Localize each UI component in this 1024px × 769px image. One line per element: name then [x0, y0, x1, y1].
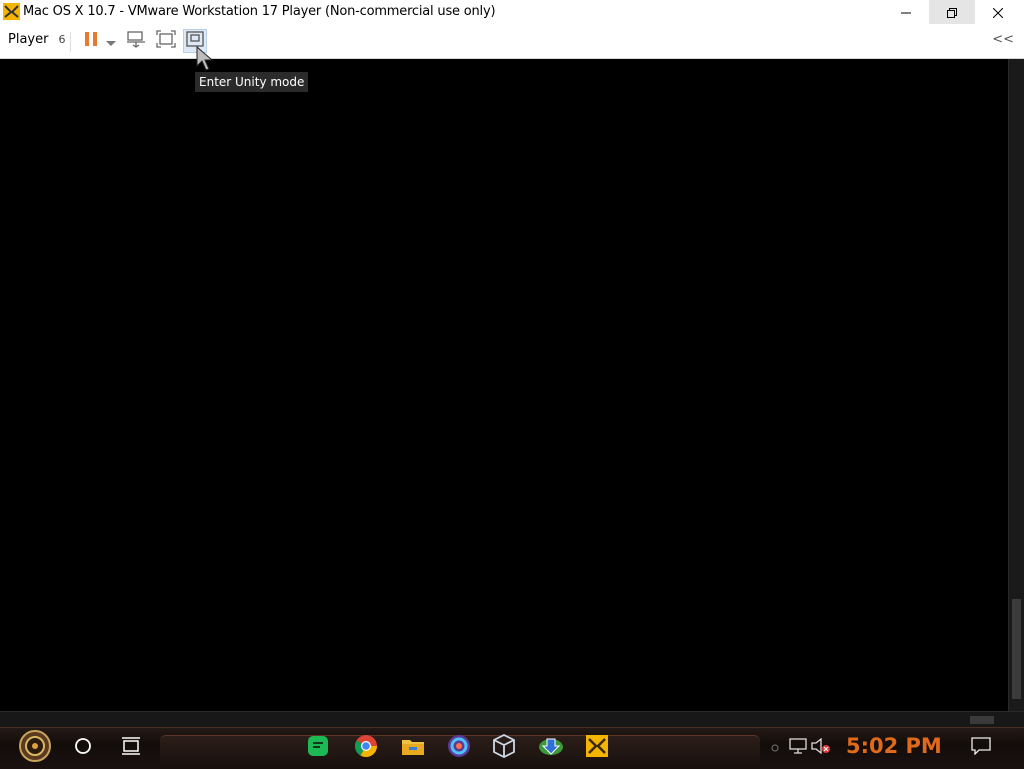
download-manager-icon: [538, 735, 564, 761]
network-tray-button[interactable]: [787, 737, 809, 759]
taskbar-clock[interactable]: 5:02 PM: [846, 734, 942, 758]
green-chat-app-icon: [307, 735, 329, 761]
close-icon: [992, 3, 1004, 22]
task-view-button[interactable]: [116, 733, 146, 763]
window-titlebar: Mac OS X 10.7 - VMware Workstation 17 Pl…: [0, 0, 1024, 25]
vm-display[interactable]: [0, 59, 1008, 711]
taskbar-app-virtualbox[interactable]: [489, 733, 519, 763]
network-icon: [789, 738, 807, 758]
taskbar-app-file-explorer[interactable]: [398, 733, 428, 763]
task-view-icon: [121, 737, 141, 759]
minimize-icon: [901, 3, 911, 22]
action-center-button[interactable]: [970, 737, 992, 759]
player-menu-chevron: 6: [58, 33, 66, 46]
power-dropdown-button[interactable]: [99, 29, 123, 53]
notifications-icon: [971, 737, 991, 759]
taskbar-app-chrome[interactable]: [351, 733, 381, 763]
chrome-icon: [354, 734, 378, 762]
pause-icon: [84, 31, 98, 51]
browser-icon: [447, 734, 471, 762]
taskbar-app-browser[interactable]: [444, 733, 474, 763]
file-explorer-icon: [401, 736, 425, 760]
vmware-icon[interactable]: [3, 3, 20, 20]
close-button[interactable]: [975, 0, 1021, 24]
start-button[interactable]: [12, 729, 58, 767]
start-orb-icon: [15, 729, 55, 767]
vmware-icon: [585, 734, 609, 762]
player-menu[interactable]: Player 6: [8, 32, 65, 47]
cortana-circle-icon: [74, 737, 92, 759]
virtualbox-icon: [493, 733, 515, 762]
toolbar-divider: [70, 32, 71, 52]
dropdown-arrow-icon: [106, 32, 116, 51]
send-ctrl-alt-del-icon: [126, 30, 146, 52]
send-ctrl-alt-del-button[interactable]: [124, 29, 148, 53]
taskbar-app-green-chat[interactable]: [303, 733, 333, 763]
restore-button[interactable]: [929, 0, 975, 24]
cortana-button[interactable]: [68, 733, 98, 763]
player-menu-label: Player: [8, 32, 49, 47]
horizontal-scroll-thumb[interactable]: [970, 716, 994, 724]
vertical-scrollbar[interactable]: [1008, 59, 1024, 711]
vertical-scroll-thumb[interactable]: [1012, 599, 1021, 699]
collapse-toolbar-button[interactable]: <<: [992, 32, 1014, 47]
horizontal-scrollbar[interactable]: [0, 711, 1024, 728]
tray-overflow[interactable]: [764, 737, 786, 759]
fullscreen-icon: [156, 30, 176, 52]
restore-icon: [947, 3, 957, 22]
volume-tray-button[interactable]: [810, 737, 832, 759]
taskbar-app-download-manager[interactable]: [536, 733, 566, 763]
mouse-cursor-icon: [196, 45, 218, 76]
minimize-button[interactable]: [883, 0, 929, 24]
volume-muted-icon: [811, 737, 831, 758]
taskbar-app-vmware[interactable]: [582, 733, 612, 763]
player-toolbar: Player 6 <<: [0, 24, 1024, 59]
window-title: Mac OS X 10.7 - VMware Workstation 17 Pl…: [23, 4, 496, 19]
fullscreen-button[interactable]: [154, 29, 178, 53]
